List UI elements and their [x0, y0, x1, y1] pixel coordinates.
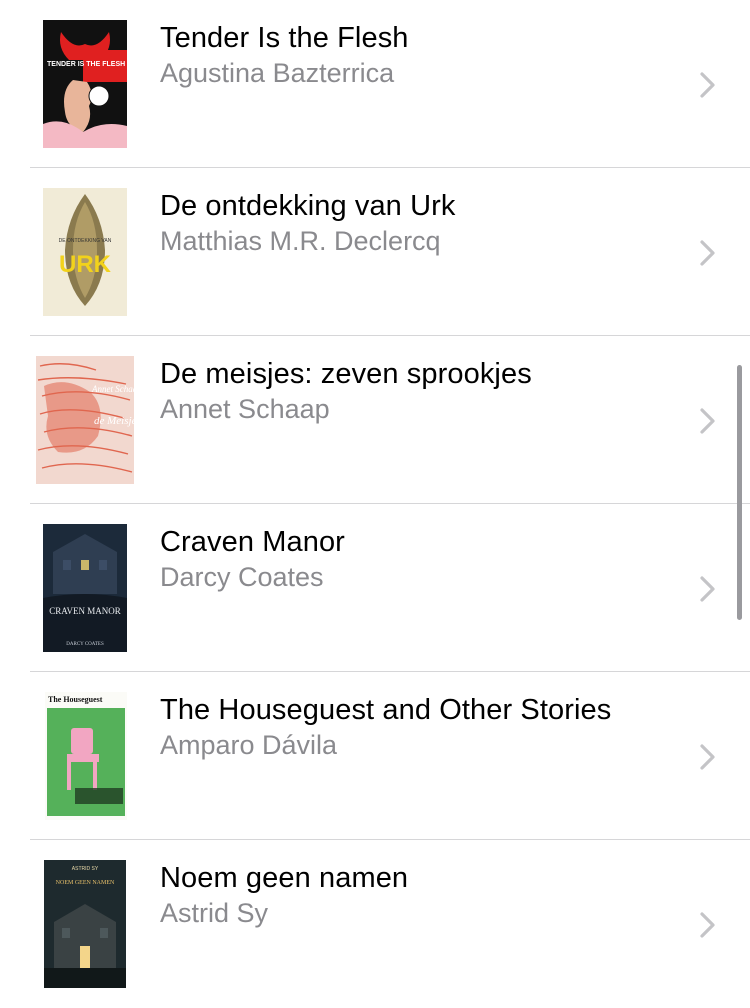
cover-title-text: URK [59, 251, 112, 278]
book-author: Astrid Sy [160, 898, 269, 928]
cover-title-text: de Meisjes [94, 415, 134, 427]
book-title: Craven Manor [160, 526, 345, 558]
chevron-right-icon [700, 408, 715, 434]
book-row-noem-geen-namen[interactable]: ASTRID SY NOEM GEEN NAMEN Noem geen name… [0, 840, 750, 1008]
book-row-tender-is-the-flesh[interactable]: TENDER IS THE FLESH Tender Is the Flesh … [0, 0, 750, 168]
chevron-right-icon [700, 72, 715, 98]
book-cover: DE ONTDEKKING VAN URK [43, 188, 127, 316]
cover-subtitle-text: DE ONTDEKKING VAN [59, 238, 112, 244]
book-cover: ASTRID SY NOEM GEEN NAMEN [44, 860, 126, 988]
scrollbar[interactable] [737, 365, 742, 620]
cover-title-text: The Houseguest [48, 695, 103, 704]
chevron-right-icon [700, 744, 715, 770]
book-author: Annet Schaap [160, 394, 330, 424]
book-title: Tender Is the Flesh [160, 22, 409, 54]
book-author: Matthias M.R. Declercq [160, 226, 441, 256]
book-title: De meisjes: zeven sprookjes [160, 358, 532, 390]
chevron-right-icon [700, 240, 715, 266]
book-row-de-ontdekking-van-urk[interactable]: DE ONTDEKKING VAN URK De ontdekking van … [0, 168, 750, 336]
book-row-the-houseguest[interactable]: The Houseguest The Houseguest and Other … [0, 672, 750, 840]
book-cover: CRAVEN MANOR DARCY COATES [43, 524, 127, 652]
book-author: Amparo Dávila [160, 730, 338, 760]
cover-title-text: NOEM GEEN NAMEN [56, 880, 115, 886]
cover-title-text: TENDER IS THE FLESH [47, 61, 125, 68]
book-row-craven-manor[interactable]: CRAVEN MANOR DARCY COATES Craven Manor D… [0, 504, 750, 672]
book-author: Agustina Bazterrica [160, 58, 395, 88]
book-title: The Houseguest and Other Stories [160, 694, 612, 726]
book-cover: Annet Schaap de Meisjes [36, 356, 134, 484]
cover-subtitle-text: ASTRID SY [72, 866, 99, 872]
cover-subtitle-text: Annet Schaap [91, 384, 134, 394]
cover-subtitle-text: DARCY COATES [66, 642, 104, 647]
book-title: De ontdekking van Urk [160, 190, 456, 222]
chevron-right-icon [700, 912, 715, 938]
book-row-de-meisjes[interactable]: Annet Schaap de Meisjes De meisjes: zeve… [0, 336, 750, 504]
book-cover: TENDER IS THE FLESH [43, 20, 127, 148]
chevron-right-icon [700, 576, 715, 602]
book-cover: The Houseguest [45, 692, 127, 820]
book-title: Noem geen namen [160, 862, 409, 894]
cover-title-text: CRAVEN MANOR [49, 606, 121, 616]
book-list: TENDER IS THE FLESH Tender Is the Flesh … [0, 0, 750, 1008]
book-author: Darcy Coates [160, 562, 324, 592]
